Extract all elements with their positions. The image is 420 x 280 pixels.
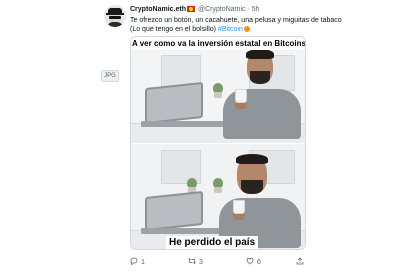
meme-caption-bottom: He perdido el país: [166, 236, 259, 249]
user-handle[interactable]: @CryptoNamic: [198, 6, 246, 13]
laptop-screen-shape: [145, 190, 203, 232]
laptop-screen-shape: [145, 81, 203, 125]
tweet[interactable]: CryptoNamic.eth @CryptoNamic · 5h Te ofr…: [0, 0, 420, 280]
beard-shape: [241, 180, 263, 194]
meme-panel-bottom: He perdido el país: [131, 144, 305, 249]
sunglasses-shape: [109, 16, 121, 19]
mug-shape: [233, 200, 245, 214]
pot-shape: [214, 187, 222, 193]
tweet-actions: 1 3 6: [130, 257, 306, 267]
display-name[interactable]: CryptoNamic.eth: [130, 6, 186, 13]
jpg-badge: JPG: [101, 70, 119, 82]
avatar[interactable]: [104, 5, 126, 27]
reply-count: 1: [141, 259, 145, 266]
mug-shape: [235, 89, 247, 103]
meme-panel-top: A ver como va la inversión estatal en Bi…: [131, 37, 306, 143]
meme-caption-top: A ver como va la inversión estatal en Bi…: [131, 37, 306, 50]
tweet-text-line-1: Te ofrezco un botón, un cacahuete, una p…: [130, 17, 342, 24]
retweet-icon: [188, 257, 196, 265]
timestamp[interactable]: 5h: [252, 6, 260, 13]
flag-icon: [187, 6, 196, 12]
tweet-text-line-2: (Lo que tengo en el bolsillo) #Bitcoin: [130, 25, 380, 34]
person-hair-shape: [236, 154, 268, 164]
share-button[interactable]: [296, 257, 307, 267]
share-icon: [296, 257, 304, 265]
like-button[interactable]: 6: [246, 257, 261, 267]
pot-shape: [214, 92, 222, 98]
heart-icon: [246, 257, 254, 265]
tweet-media-image[interactable]: A ver como va la inversión estatal en Bi…: [130, 36, 306, 250]
beard-shape: [250, 71, 270, 84]
bitcoin-emoji-icon: [243, 26, 250, 32]
tweet-header: CryptoNamic.eth @CryptoNamic · 5h: [130, 5, 260, 14]
laptop-base-shape: [141, 121, 229, 127]
separator-dot: ·: [247, 6, 250, 13]
person-hair-shape: [246, 49, 274, 59]
reply-button[interactable]: 1: [130, 257, 145, 267]
tweet-text: Te ofrezco un botón, un cacahuete, una p…: [130, 16, 380, 34]
reply-icon: [130, 257, 138, 266]
retweet-button[interactable]: 3: [188, 257, 203, 267]
laptop-base-shape: [141, 228, 229, 234]
retweet-count: 3: [199, 259, 203, 266]
avatar-body-shape: [107, 22, 123, 27]
hashtag-link[interactable]: #Bitcoin: [218, 26, 243, 33]
tweet-text-line-2-prefix: (Lo que tengo en el bolsillo): [130, 26, 218, 33]
like-count: 6: [257, 259, 261, 266]
